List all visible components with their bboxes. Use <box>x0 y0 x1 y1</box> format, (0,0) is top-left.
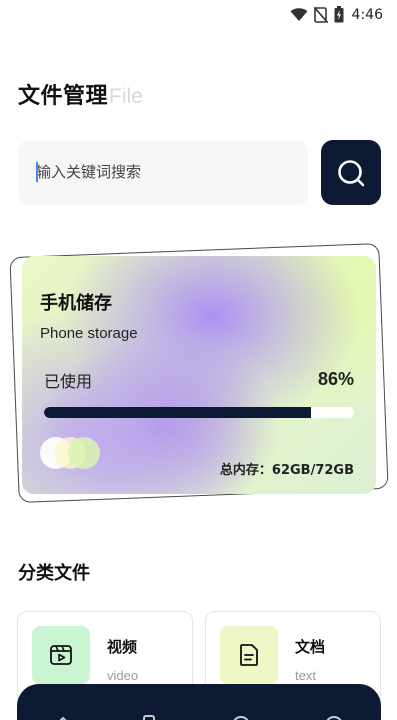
video-icon-box <box>32 626 90 684</box>
decor-circle <box>68 437 100 469</box>
home-icon[interactable] <box>53 714 73 720</box>
wifi-icon <box>290 7 308 21</box>
decorative-circles <box>40 437 110 471</box>
search-button[interactable] <box>321 140 381 205</box>
user-icon[interactable] <box>324 714 344 720</box>
used-percent: 86% <box>317 369 354 389</box>
video-icon <box>50 645 72 665</box>
file-icon[interactable] <box>231 714 251 720</box>
category-name: 文档 <box>295 638 326 656</box>
text-cursor <box>36 162 38 182</box>
total-storage-text: 总内存：62GB/72GB <box>219 463 354 478</box>
search-box[interactable] <box>18 141 308 205</box>
battery-icon <box>334 6 344 23</box>
status-bar: 4:46 <box>0 0 397 32</box>
category-name-en: video <box>107 668 139 683</box>
category-section-title: 分类文件 <box>18 563 90 584</box>
category-name-en: text <box>295 668 316 683</box>
storage-subtitle: Phone storage <box>40 325 138 342</box>
page-title-en: File <box>109 85 143 108</box>
page-title-cn: 文件管理 <box>18 84 109 109</box>
storage-title: 手机储存 <box>40 293 112 314</box>
category-name: 视频 <box>107 638 138 656</box>
storage-progress-fill <box>44 407 311 418</box>
phone-icon[interactable] <box>139 714 159 720</box>
page-title: 文件管理 File <box>18 78 143 110</box>
storage-card[interactable]: 手机储存 Phone storage 已使用 86% 总内存：62GB/72GB <box>22 256 376 494</box>
document-icon-box <box>220 626 278 684</box>
bottom-nav <box>17 684 381 720</box>
storage-progress-bar <box>44 407 354 418</box>
signal-off-icon <box>313 6 328 23</box>
used-label: 已使用 <box>44 372 93 391</box>
status-time: 4:46 <box>351 6 383 23</box>
search-input[interactable] <box>36 163 296 181</box>
document-icon <box>240 644 258 666</box>
search-icon <box>338 159 365 186</box>
status-icons: 4:46 <box>290 6 383 23</box>
